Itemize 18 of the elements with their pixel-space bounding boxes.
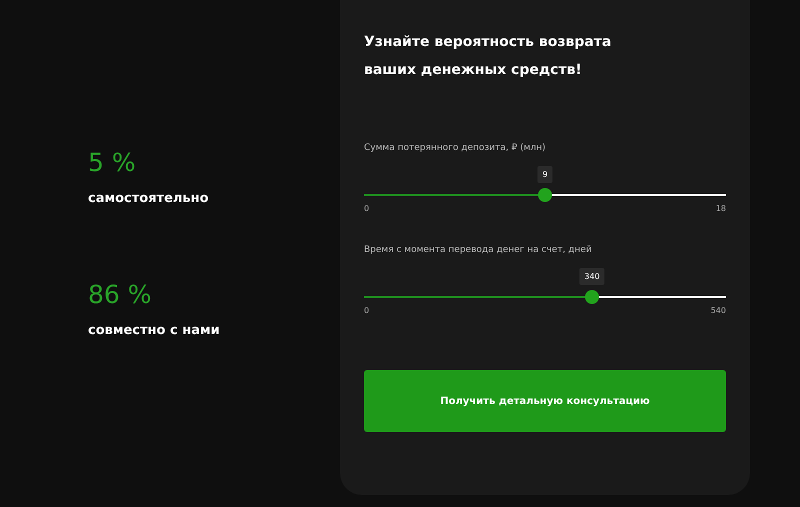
slider[interactable] — [364, 188, 726, 202]
slider[interactable] — [364, 290, 726, 304]
stat-value: 5 % — [88, 148, 137, 178]
stat-label: самостоятельно — [88, 190, 210, 208]
slider-thumb[interactable] — [538, 188, 552, 202]
calculator-title: Узнайте вероятность возврата ваших денежных средств! — [364, 33, 612, 80]
range-max: 540 — [710, 306, 726, 316]
stat-label: совместно с нами — [88, 322, 221, 340]
consultation-button[interactable]: Получить детальную консультацию — [364, 370, 726, 432]
slider-label: Сумма потерянного депозита, ₽ (млн) — [364, 142, 547, 154]
value-tooltip: 9 — [537, 166, 553, 183]
slider-label: Время с момента перевода денег на счет, дней — [364, 244, 593, 256]
range-max: 18 — [716, 204, 726, 214]
slider-thumb[interactable] — [585, 290, 600, 304]
range-min: 0 — [364, 306, 370, 316]
range-min: 0 — [364, 204, 370, 214]
stat-value: 86 % — [88, 280, 153, 310]
value-tooltip: 340 — [579, 268, 605, 285]
